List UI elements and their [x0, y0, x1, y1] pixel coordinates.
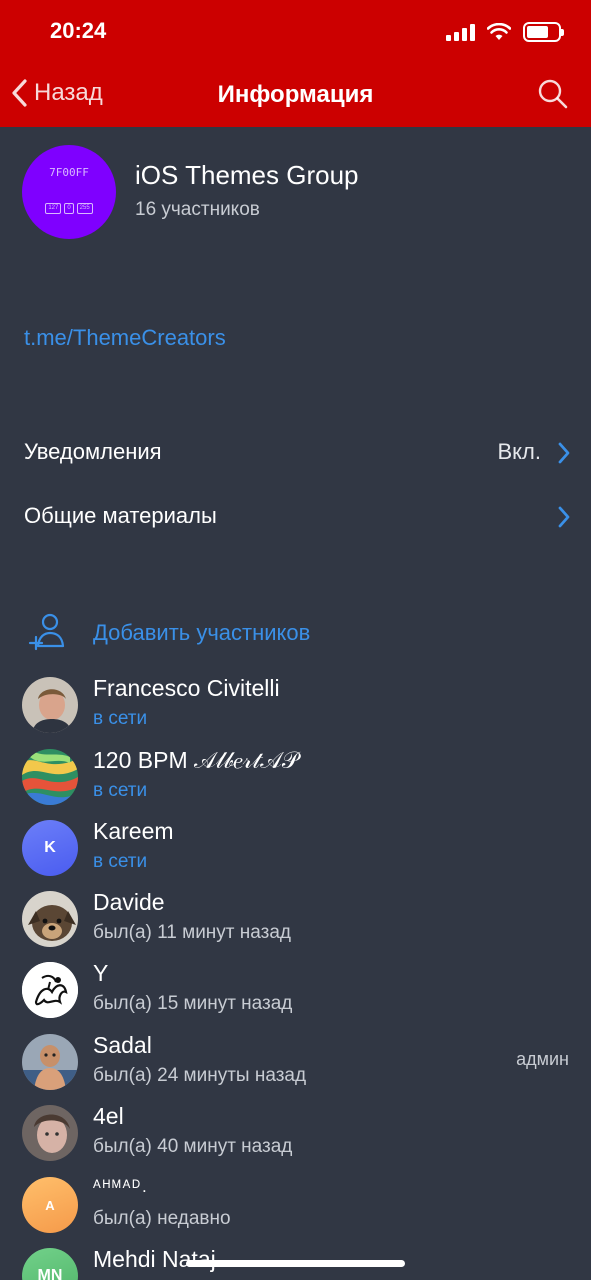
member-row[interactable]: K Kareem в сети [0, 816, 591, 887]
avatar-rgb-red: 127 [45, 203, 62, 214]
notifications-value: Вкл. [497, 439, 542, 464]
member-row[interactable]: 4el был(а) 40 минут назад [0, 1101, 591, 1172]
add-members-button[interactable]: Добавить участников [0, 600, 591, 662]
notifications-row[interactable]: Уведомления Вкл. [0, 422, 591, 482]
group-name: iOS Themes Group [135, 160, 359, 190]
group-avatar[interactable]: 7F00FF 127 0 255 [22, 145, 116, 239]
avatar [22, 749, 78, 805]
home-indicator [186, 1260, 405, 1267]
avatar [22, 1034, 78, 1090]
avatar-photo-icon [22, 1034, 78, 1090]
avatar-photo-icon [22, 962, 78, 1018]
avatar-photo-icon [22, 891, 78, 947]
member-status: был(а) 40 минут назад [93, 1136, 293, 1157]
shared-media-label: Общие материалы [24, 503, 217, 528]
member-row[interactable]: Sadal был(а) 24 минуты назад админ [0, 1030, 591, 1101]
avatar [22, 1105, 78, 1161]
avatar: A [22, 1177, 78, 1233]
battery-level [527, 26, 548, 38]
avatar [22, 962, 78, 1018]
member-status: был(а) 15 минут назад [93, 993, 293, 1014]
status-time: 20:24 [50, 18, 107, 43]
shared-media-row[interactable]: Общие материалы [0, 486, 591, 546]
search-icon [538, 79, 568, 109]
invite-link[interactable]: t.me/ThemeCreators [24, 325, 226, 351]
member-status: в сети [93, 708, 148, 729]
member-name: ᴬᴴᴹᴬᴰ. [93, 1177, 149, 1196]
page-title: Информация [217, 81, 374, 108]
member-name: Sadal [93, 1032, 152, 1058]
avatar-rgb-green: 0 [64, 203, 74, 214]
member-row[interactable]: Francesco Civitelli в сети [0, 673, 591, 744]
avatar [22, 677, 78, 733]
cellular-signal-icon [446, 23, 475, 41]
chevron-right-icon [558, 506, 570, 528]
battery-icon [523, 22, 564, 42]
group-members-count: 16 участников [135, 199, 260, 220]
member-status: был(а) недавно [93, 1208, 231, 1229]
member-status: был(а) 11 минут назад [93, 922, 291, 943]
member-name: Y [93, 960, 109, 986]
member-name: 120 BPM 𝒜𝓁𝒷𝑒𝓇𝓉𝒜𝒫 [93, 747, 299, 773]
search-button[interactable] [537, 78, 569, 115]
add-user-icon [28, 613, 65, 651]
avatar-rgb-blue: 255 [76, 203, 93, 214]
member-status: был(а) 24 минуты назад [93, 1065, 307, 1086]
avatar-photo-icon [22, 1105, 78, 1161]
avatar [22, 891, 78, 947]
member-row[interactable]: Davide был(а) 11 минут назад [0, 887, 591, 958]
member-name: 4el [93, 1103, 124, 1129]
avatar-hex-label: 7F00FF [49, 166, 89, 179]
avatar-photo-icon [22, 677, 78, 733]
member-row[interactable]: A ᴬᴴᴹᴬᴰ. был(а) недавно [0, 1173, 591, 1244]
member-name: Kareem [93, 818, 174, 844]
member-row[interactable]: 120 BPM 𝒜𝓁𝒷𝑒𝓇𝓉𝒜𝒫 в сети [0, 745, 591, 816]
member-status: в сети [93, 780, 148, 801]
member-name: Davide [93, 889, 165, 915]
navigation-header: 20:24 Назад Информация [0, 0, 591, 127]
notifications-label: Уведомления [24, 439, 162, 464]
avatar: K [22, 820, 78, 876]
chevron-right-icon [558, 442, 570, 464]
status-icons [446, 22, 564, 42]
member-row[interactable]: Y был(а) 15 минут назад [0, 958, 591, 1029]
member-name: Francesco Civitelli [93, 675, 280, 701]
add-members-label: Добавить участников [93, 620, 311, 645]
avatar-rgb-labels: 127 0 255 [22, 203, 116, 214]
wifi-icon [487, 23, 511, 40]
admin-badge: админ [516, 1049, 569, 1069]
avatar-photo-icon [22, 749, 78, 805]
avatar: MN [22, 1248, 78, 1280]
member-status: в сети [93, 851, 148, 872]
